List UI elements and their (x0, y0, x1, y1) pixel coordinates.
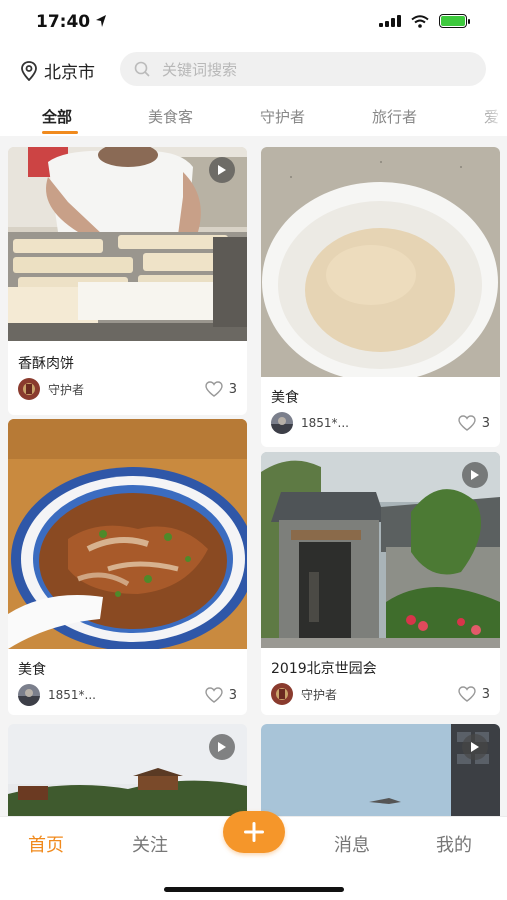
nav-home[interactable]: 首页 (28, 831, 64, 857)
search-placeholder: 关键词搜索 (162, 60, 238, 79)
tab-guardian[interactable]: 守护者 (260, 106, 305, 127)
status-time: 17:40 (36, 12, 91, 32)
location-arrow-icon (96, 15, 106, 27)
card-title: 香酥肉饼 (18, 356, 74, 372)
card-meta: 守护者 3 (18, 378, 237, 400)
heart-icon (205, 381, 223, 397)
heart-icon (458, 686, 476, 702)
like-button[interactable]: 3 (458, 686, 490, 702)
tab-traveler[interactable]: 旅行者 (372, 106, 417, 127)
feed-card[interactable]: 美食 1851*... 3 (261, 147, 500, 447)
add-post-button[interactable] (223, 811, 285, 853)
status-bar: 17:40 (0, 0, 507, 46)
like-button[interactable]: 3 (205, 381, 237, 397)
like-count: 3 (481, 686, 490, 702)
card-image (261, 147, 500, 377)
active-tab-indicator (42, 131, 78, 134)
feed-card[interactable]: 2019北京世园会 守护者 3 (261, 452, 500, 715)
search-icon (134, 61, 150, 77)
avatar (18, 684, 40, 706)
like-button[interactable]: 3 (205, 687, 237, 703)
bottom-tab-bar: 首页 关注 消息 我的 (0, 811, 507, 900)
avatar (18, 378, 40, 400)
home-indicator (164, 887, 344, 892)
card-image (8, 147, 247, 341)
signal-icon (379, 15, 401, 27)
card-title: 美食 (271, 390, 299, 406)
card-title: 美食 (18, 662, 46, 678)
nav-follow[interactable]: 关注 (132, 831, 168, 857)
wifi-icon (411, 14, 429, 28)
content-feed[interactable]: 香酥肉饼 守护者 3 美食 1851*... 3 美食 1851*... 3 2… (0, 136, 507, 816)
card-author: 守护者 (301, 687, 338, 702)
avatar (271, 683, 293, 705)
card-author: 1851*... (301, 416, 349, 430)
card-meta: 1851*... 3 (271, 412, 490, 434)
plus-icon (244, 822, 264, 842)
card-image (261, 724, 500, 816)
play-icon (209, 157, 235, 183)
play-icon (462, 462, 488, 488)
tab-all[interactable]: 全部 (42, 106, 72, 127)
like-count: 3 (228, 381, 237, 397)
card-author: 守护者 (48, 382, 85, 397)
card-image (8, 419, 247, 649)
battery-icon (439, 14, 470, 28)
card-meta: 1851*... 3 (18, 684, 237, 706)
like-count: 3 (481, 415, 490, 431)
heart-icon (458, 415, 476, 431)
card-image (8, 724, 247, 816)
nav-mine[interactable]: 我的 (436, 831, 472, 857)
play-icon (462, 734, 488, 760)
card-author: 1851*... (48, 688, 96, 702)
nav-messages[interactable]: 消息 (334, 831, 370, 857)
search-input[interactable]: 关键词搜索 (120, 52, 486, 86)
card-title: 2019北京世园会 (271, 661, 377, 677)
heart-icon (205, 687, 223, 703)
location-pin-icon (21, 60, 37, 81)
avatar (271, 412, 293, 434)
card-meta: 守护者 3 (271, 683, 490, 705)
status-icons (379, 14, 470, 28)
top-header: 北京市 关键词搜索 (0, 46, 507, 94)
tab-foodie[interactable]: 美食客 (148, 106, 193, 127)
like-button[interactable]: 3 (458, 415, 490, 431)
feed-card[interactable]: 香酥肉饼 守护者 3 (8, 147, 247, 415)
location-name: 北京市 (44, 63, 95, 83)
category-tabs: 全部 美食客 守护者 旅行者 爱 (0, 94, 507, 136)
feed-card[interactable] (8, 724, 247, 816)
feed-card[interactable] (261, 724, 500, 816)
feed-card[interactable]: 美食 1851*... 3 (8, 419, 247, 715)
location-selector[interactable]: 北京市 (20, 58, 95, 83)
play-icon (209, 734, 235, 760)
card-image (261, 452, 500, 648)
like-count: 3 (228, 687, 237, 703)
